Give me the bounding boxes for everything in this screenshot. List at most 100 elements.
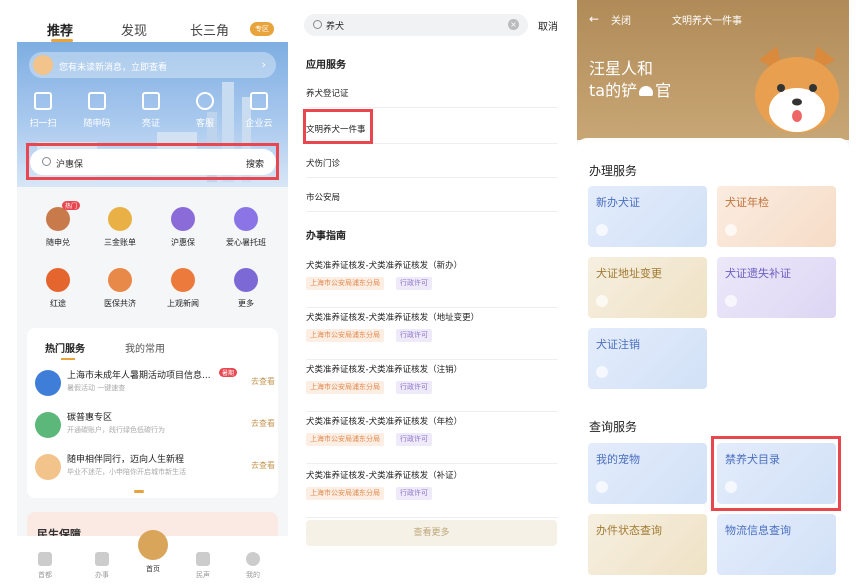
- tab-hot-services[interactable]: 热门服务: [45, 340, 85, 355]
- svc-sanjin-bill[interactable]: 三金账单: [90, 207, 150, 248]
- region-badge[interactable]: 专区: [250, 22, 274, 36]
- show-id-button[interactable]: 亮证: [131, 92, 171, 129]
- nav-label: 我的: [246, 571, 260, 579]
- type-tag: 行政许可: [396, 329, 432, 342]
- list-item[interactable]: 犬伤门诊: [306, 144, 558, 178]
- slogan-line1: 汪星人和: [589, 59, 654, 78]
- svc-label: 三金账单: [104, 238, 136, 247]
- guide-title: 犬类准养证核发-犬类准养证核发（补证）: [306, 471, 463, 481]
- star-icon: [46, 268, 70, 292]
- tile-label: 犬证年检: [725, 196, 769, 209]
- close-button[interactable]: 关闭: [611, 12, 631, 27]
- nav-mine[interactable]: 我的: [233, 552, 273, 580]
- guide-item[interactable]: 犬类准养证核发-犬类准养证核发（地址变更） 上海市公安局浦东分局 行政许可: [306, 302, 558, 360]
- svc-huhuibao[interactable]: 沪惠保: [153, 207, 213, 248]
- tab-recommend[interactable]: 推荐: [47, 20, 73, 39]
- enterprise-cloud-button[interactable]: 企业云: [239, 92, 279, 129]
- item-subtitle: 毕业不迷茫，小申陪你开启城市新生活: [67, 468, 186, 476]
- guide-item[interactable]: 犬类准养证核发-犬类准养证核发（新办） 上海市公安局浦东分局 行政许可: [306, 250, 558, 308]
- tab-discover[interactable]: 发现: [121, 20, 147, 39]
- heart-icon: [196, 552, 210, 566]
- pager-dots: [134, 490, 144, 493]
- building-icon: [250, 92, 268, 110]
- list-item[interactable]: 上海市未成年人暑期活动项目信息... 暑期 暑假活动 一键速查 去查看: [35, 366, 275, 400]
- tile-label: 物流信息查询: [725, 524, 791, 537]
- view-link[interactable]: 去查看: [251, 418, 275, 429]
- svc-shanghai-news[interactable]: 上观新闻: [153, 268, 213, 309]
- bill-icon: [108, 207, 132, 231]
- view-link[interactable]: 去查看: [251, 460, 275, 471]
- dog-service-screen: ← 关闭 文明养犬一件事 汪星人和 ta的铲官 办理服务 新办犬证 犬证年检 犬证…: [577, 0, 849, 588]
- svc-label: 更多: [238, 299, 254, 308]
- svc-label: 上观新闻: [167, 299, 199, 308]
- tile-address-change[interactable]: 犬证地址变更: [588, 257, 707, 318]
- clear-icon[interactable]: ×: [508, 19, 519, 30]
- back-arrow-icon[interactable]: ←: [589, 12, 599, 26]
- photo-icon: [234, 207, 258, 231]
- svc-summer-care[interactable]: 爱心暑托班: [216, 207, 276, 248]
- tile-label: 犬证遗失补证: [725, 267, 791, 280]
- tile-my-pets[interactable]: 我的宠物: [588, 443, 707, 504]
- list-item[interactable]: 养犬登记证: [306, 74, 558, 108]
- org-tag: 上海市公安局浦东分局: [306, 329, 384, 342]
- tile-annual-check[interactable]: 犬证年检: [717, 186, 836, 247]
- tile-label: 犬证地址变更: [596, 267, 662, 280]
- app-label: 养犬登记证: [306, 89, 349, 99]
- search-input[interactable]: 养犬: [326, 19, 344, 32]
- arrow-icon: [725, 224, 737, 236]
- guide-item[interactable]: 犬类准养证核发-犬类准养证核发（补证） 上海市公安局浦东分局 行政许可: [306, 460, 558, 518]
- tile-new-license[interactable]: 新办犬证: [588, 186, 707, 247]
- guide-title: 犬类准养证核发-犬类准养证核发（地址变更）: [306, 313, 480, 323]
- tab-my-frequent[interactable]: 我的常用: [125, 340, 165, 355]
- svc-red-route[interactable]: 红途: [28, 268, 88, 309]
- tab-yangtze-delta[interactable]: 长三角: [190, 20, 229, 39]
- list-item[interactable]: 碳普惠专区 开通碳账户，践行绿色低碳行为 去查看: [35, 408, 275, 442]
- guide-item[interactable]: 犬类准养证核发-犬类准养证核发（注销） 上海市公安局浦东分局 行政许可: [306, 354, 558, 412]
- arrow-icon: [596, 295, 608, 307]
- poop-icon: [639, 86, 654, 96]
- svc-label: 爱心暑托班: [226, 238, 266, 247]
- cancel-button[interactable]: 取消: [538, 18, 558, 33]
- item-title: 上海市未成年人暑期活动项目信息...: [67, 371, 211, 381]
- view-link[interactable]: 去查看: [251, 376, 275, 387]
- nav-services[interactable]: 办事: [82, 552, 122, 580]
- highlight-box-app: [303, 109, 373, 144]
- hot-services-card: 热门服务 我的常用 上海市未成年人暑期活动项目信息... 暑期 暑假活动 一键速…: [27, 328, 278, 498]
- item-subtitle: 开通碳账户，践行绿色低碳行为: [67, 426, 165, 434]
- app-label: 市公安局: [306, 193, 341, 203]
- nav-capital[interactable]: 首都: [25, 552, 65, 580]
- tile-label: 办件状态查询: [596, 524, 662, 537]
- org-tag: 上海市公安局浦东分局: [306, 277, 384, 290]
- view-more-button[interactable]: 查看更多: [306, 520, 557, 546]
- list-item[interactable]: 市公安局: [306, 178, 558, 212]
- tile-label: 新办犬证: [596, 196, 640, 209]
- graduate-icon: [35, 454, 61, 480]
- guide-item[interactable]: 犬类准养证核发-犬类准养证核发（年检） 上海市公安局浦东分局 行政许可: [306, 406, 558, 464]
- service-button[interactable]: 客服: [185, 92, 225, 129]
- svc-more[interactable]: 更多: [216, 268, 276, 309]
- tile-lost-reissue[interactable]: 犬证遗失补证: [717, 257, 836, 318]
- svc-suishendui[interactable]: 随申兑: [28, 207, 88, 248]
- search-bar[interactable]: 养犬 ×: [304, 14, 528, 36]
- nav-public-voice[interactable]: 民声: [183, 552, 223, 580]
- bottom-nav: 首都 办事 首页 民声 我的: [17, 530, 288, 588]
- message-bar[interactable]: 您有未读新消息，立即查看 ›: [29, 52, 276, 78]
- scan-button[interactable]: 扫一扫: [23, 92, 63, 129]
- top-tabs: 推荐 发现 长三角 专区: [17, 0, 288, 42]
- list-item[interactable]: 随申相伴同行，迈向人生新程 毕业不迷茫，小申陪你开启城市新生活 去查看: [35, 450, 275, 484]
- tile-status-query[interactable]: 办件状态查询: [588, 514, 707, 575]
- nav-label: 办事: [95, 571, 109, 579]
- id-card-icon: [142, 92, 160, 110]
- svc-medical-share[interactable]: 医保共济: [90, 268, 150, 309]
- health-code-button[interactable]: 随申码: [77, 92, 117, 129]
- page-title: 文明养犬一件事: [672, 16, 742, 27]
- tile-logistics-query[interactable]: 物流信息查询: [717, 514, 836, 575]
- tile-cancel-license[interactable]: 犬证注销: [588, 328, 707, 389]
- message-text: 您有未读新消息，立即查看: [59, 63, 168, 73]
- scan-label: 扫一扫: [29, 119, 57, 129]
- guide-title: 犬类准养证核发-犬类准养证核发（年检）: [306, 417, 463, 427]
- medical-icon: [108, 268, 132, 292]
- suishendui-icon: [46, 207, 70, 231]
- nav-home[interactable]: 首页: [133, 530, 173, 574]
- highlight-box-banned: [711, 436, 841, 511]
